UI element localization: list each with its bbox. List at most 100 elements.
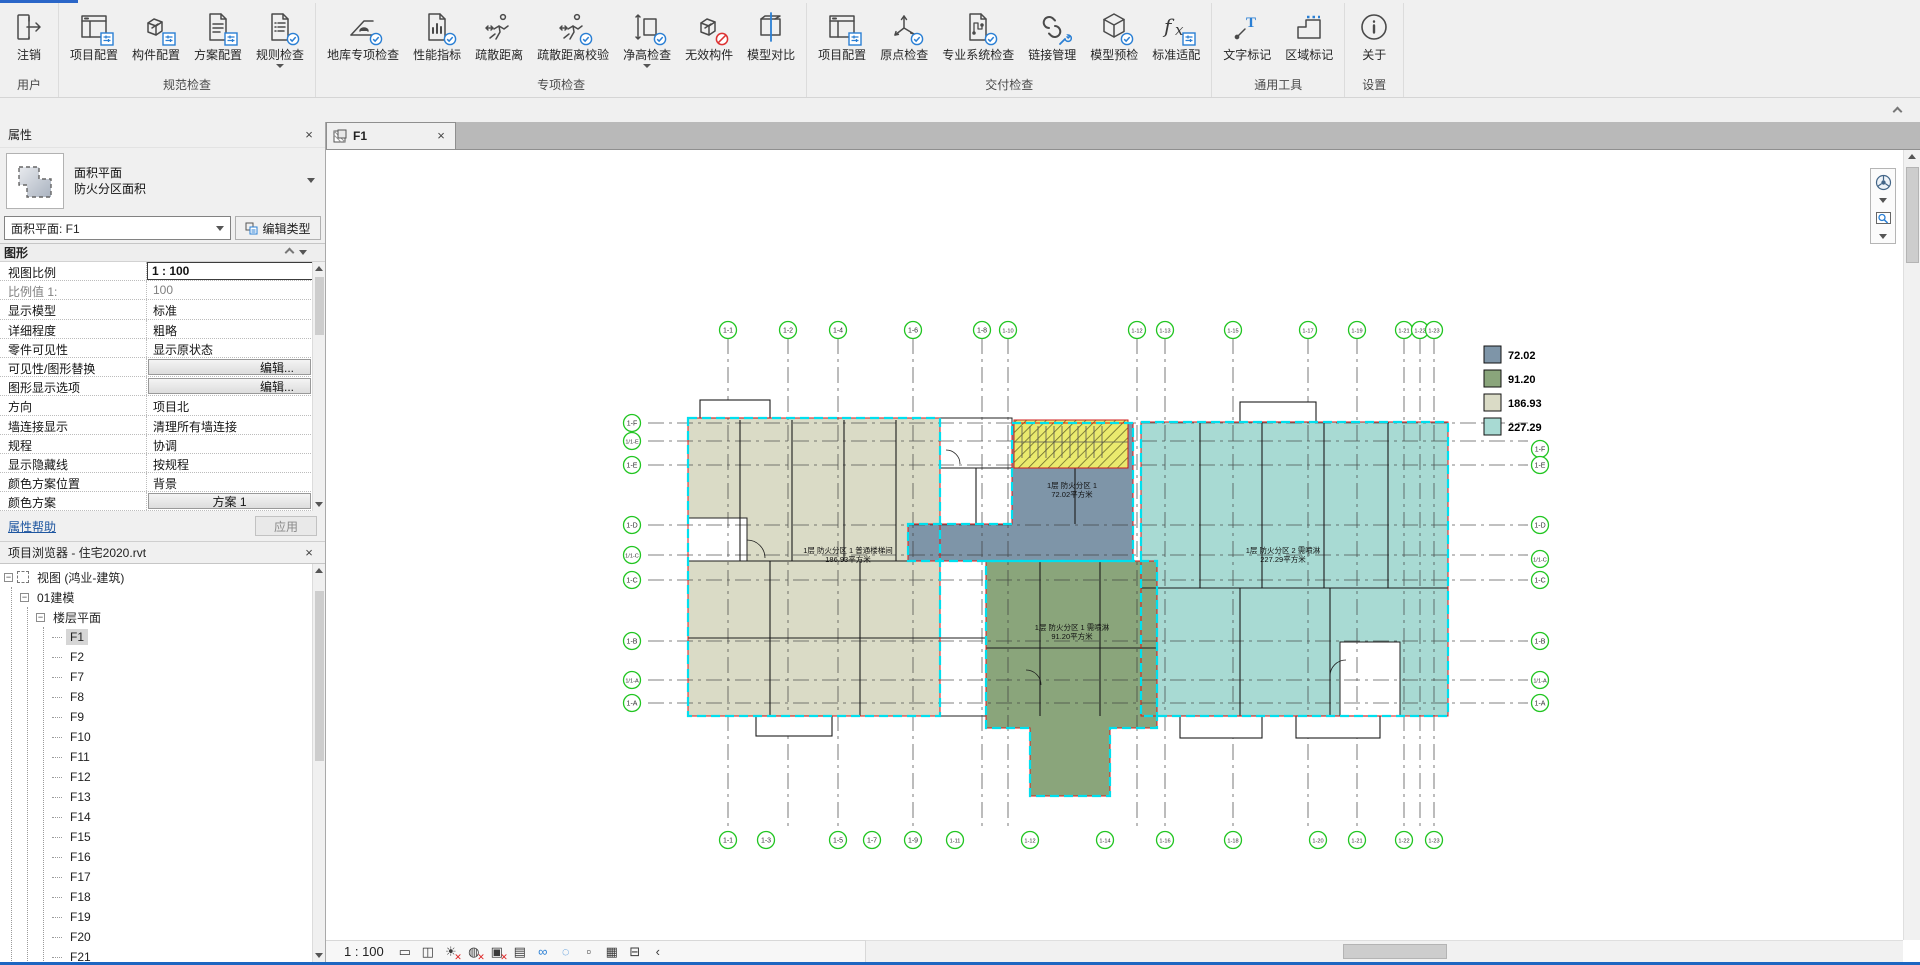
grid-bubble[interactable]: 1/1-C xyxy=(624,547,641,564)
property-value[interactable]: 项目北 xyxy=(146,396,325,414)
grid-bubble[interactable]: 1-4 xyxy=(830,322,847,339)
tree-collapse-icon[interactable]: − xyxy=(20,593,29,602)
tree-scrollbar-thumb[interactable] xyxy=(315,591,324,761)
property-value[interactable]: 1 : 100 xyxy=(146,262,325,280)
tree-item-floor-f2[interactable]: F2 xyxy=(52,647,325,667)
grid-bubble[interactable]: 1-19 xyxy=(1349,322,1366,339)
property-value[interactable]: 清理所有墙连接 xyxy=(146,416,325,434)
apply-button[interactable]: 应用 xyxy=(255,516,317,536)
tree-item-floor-f10[interactable]: F10 xyxy=(52,727,325,747)
property-value[interactable]: 按规程 xyxy=(146,454,325,472)
grid-bubble[interactable]: 1/1-A xyxy=(1532,672,1549,689)
type-selector[interactable]: 面积平面 防火分区面积 xyxy=(0,147,325,213)
tree-item-floor-f17[interactable]: F17 xyxy=(52,867,325,887)
grid-bubble[interactable]: 1-D xyxy=(624,517,641,534)
grid-bubble[interactable]: 1-F xyxy=(624,415,641,432)
detail-level-icon[interactable]: ◫ xyxy=(418,943,438,961)
ribbon-button-origin-check[interactable]: 原点检查 xyxy=(873,7,935,64)
scroll-up-icon[interactable] xyxy=(313,564,325,577)
tree-item-floor-f18[interactable]: F18 xyxy=(52,887,325,907)
horizontal-scrollbar-thumb[interactable] xyxy=(1343,944,1447,959)
view-type-combobox[interactable]: 面积平面: F1 xyxy=(4,216,231,240)
grid-bubble[interactable]: 1-E xyxy=(1532,457,1549,474)
grid-bubble[interactable]: 1-B xyxy=(1532,633,1549,650)
ribbon-collapse-button[interactable] xyxy=(1888,103,1906,117)
selected-stair-region[interactable] xyxy=(1014,420,1128,468)
view-scale-input[interactable]: 1 : 100 xyxy=(147,262,325,280)
tree-item-floor-f20[interactable]: F20 xyxy=(52,927,325,947)
grid-bubble[interactable]: 1-14 xyxy=(1097,832,1114,849)
property-edit-button[interactable]: 方案 1 xyxy=(148,493,311,509)
view-scale-button[interactable]: 1 : 100 xyxy=(332,944,392,959)
constraints-icon[interactable]: ⊟ xyxy=(625,943,645,961)
grid-bubble[interactable]: 1-3 xyxy=(758,832,775,849)
tree-item-views-root[interactable]: −视图 (鸿业-建筑) xyxy=(4,567,325,587)
grid-bubble[interactable]: 1/1-C xyxy=(1532,551,1549,568)
tree-item-floor-f8[interactable]: F8 xyxy=(52,687,325,707)
grid-bubble[interactable]: 1-21 xyxy=(1396,322,1413,339)
zoom-dropdown-icon[interactable] xyxy=(1879,231,1887,241)
ribbon-button-standard-adapt[interactable]: fx标准适配 xyxy=(1145,7,1207,64)
tree-item-floor-f1[interactable]: F1 xyxy=(52,627,325,647)
show-crop-icon[interactable]: ▤ xyxy=(510,943,530,961)
tree-collapse-icon[interactable]: − xyxy=(36,613,45,622)
grid-bubble[interactable]: 1-10 xyxy=(1000,322,1017,339)
tree-collapse-icon[interactable]: − xyxy=(4,573,13,582)
floor-plan-drawing[interactable]: 1-1 1-2 1-4 1-6 1-8 1-10 1-12 1-13 1-15 … xyxy=(326,150,1920,962)
collapse-icon[interactable]: ‹ xyxy=(648,943,668,961)
steering-wheel-icon[interactable] xyxy=(1872,171,1894,193)
grid-bubble[interactable]: 1-9 xyxy=(905,832,922,849)
property-edit-button[interactable]: 编辑... xyxy=(148,378,311,394)
color-scheme-legend[interactable]: 72.02 91.20 186.93 227.29 xyxy=(1484,346,1542,435)
reveal-hidden-icon[interactable]: ∞ xyxy=(533,943,553,961)
tree-item-floor-f13[interactable]: F13 xyxy=(52,787,325,807)
ribbon-button-performance-index[interactable]: 性能指标 xyxy=(406,7,468,64)
view-tab-close-icon[interactable]: × xyxy=(433,128,449,144)
section-header-graphics[interactable]: 图形 xyxy=(0,244,325,262)
zone-91[interactable] xyxy=(986,561,1157,796)
ribbon-button-about[interactable]: 关于 xyxy=(1349,7,1399,64)
properties-help-link[interactable]: 属性帮助 xyxy=(8,518,255,535)
crop-view-icon[interactable]: ▣✕ xyxy=(487,943,507,961)
tree-item-floor-plans[interactable]: −楼层平面 xyxy=(36,607,325,627)
grid-bubble[interactable]: 1-20 xyxy=(1310,832,1327,849)
scroll-up-icon[interactable] xyxy=(313,262,325,275)
vertical-scrollbar[interactable] xyxy=(1903,150,1920,940)
properties-scrollbar-thumb[interactable] xyxy=(315,277,324,335)
tree-item-floor-f9[interactable]: F9 xyxy=(52,707,325,727)
zone-227[interactable] xyxy=(1141,422,1448,716)
worksets-icon[interactable]: ▦ xyxy=(602,943,622,961)
scroll-down-icon[interactable] xyxy=(313,949,325,962)
ribbon-button-link-manage[interactable]: 链接管理 xyxy=(1021,7,1083,64)
grid-bubble[interactable]: 1-E xyxy=(624,457,641,474)
tree-item-floor-f11[interactable]: F11 xyxy=(52,747,325,767)
ribbon-button-component-config[interactable]: 构件配置 xyxy=(125,7,187,64)
property-value[interactable]: 方案 1 xyxy=(146,492,325,510)
grid-bubble[interactable]: 1-2 xyxy=(780,322,797,339)
property-value[interactable]: 标准 xyxy=(146,300,325,318)
zone-186[interactable] xyxy=(688,418,940,716)
grid-bubble[interactable]: 1-C xyxy=(624,572,641,589)
tree-item-floor-f21[interactable]: F21 xyxy=(52,947,325,962)
navigation-dropdown-icon[interactable] xyxy=(1879,195,1887,205)
scroll-up-icon[interactable] xyxy=(1904,150,1920,163)
property-value[interactable]: 显示原状态 xyxy=(146,339,325,357)
properties-scrollbar[interactable] xyxy=(312,262,325,511)
type-selector-dropdown-icon[interactable] xyxy=(303,150,319,211)
grid-bubble[interactable]: 1-A xyxy=(1532,695,1549,712)
ribbon-button-model-precheck[interactable]: 模型预检 xyxy=(1083,7,1145,64)
project-browser-close-icon[interactable]: × xyxy=(301,545,317,561)
grid-bubble[interactable]: 1-A xyxy=(624,695,641,712)
grid-bubble[interactable]: 1-7 xyxy=(864,832,881,849)
ribbon-button-rule-check[interactable]: 规则检查 xyxy=(249,7,311,70)
viewport[interactable]: 1-1 1-2 1-4 1-6 1-8 1-10 1-12 1-13 1-15 … xyxy=(326,150,1920,962)
property-value[interactable]: 背景 xyxy=(146,473,325,491)
grid-bubble[interactable]: 1-C xyxy=(1532,572,1549,589)
tree-item-01-modeling[interactable]: −01建模 xyxy=(20,587,325,607)
ribbon-button-system-check[interactable]: 专业系统检查 xyxy=(935,7,1021,64)
ribbon-button-project-config[interactable]: 项目配置 xyxy=(63,7,125,64)
grid-bubble[interactable]: 1-6 xyxy=(905,322,922,339)
grid-bubble[interactable]: 1-8 xyxy=(974,322,991,339)
grid-bubble[interactable]: 1-11 xyxy=(947,832,964,849)
property-edit-button[interactable]: 编辑... xyxy=(148,359,311,375)
